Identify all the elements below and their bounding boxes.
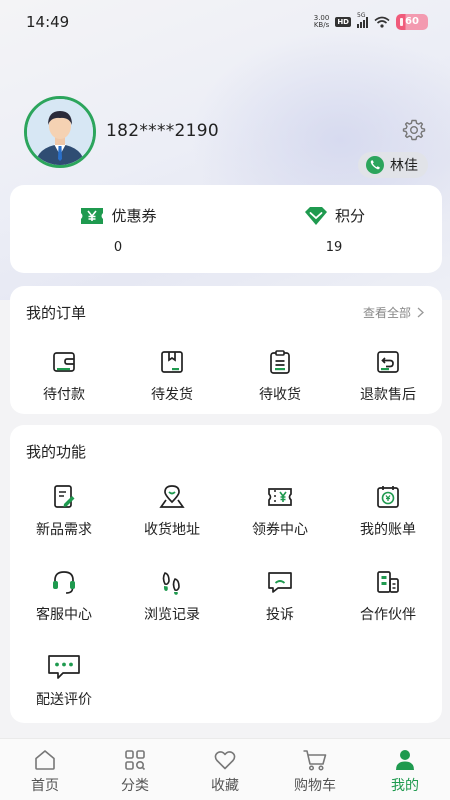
status-time: 14:49 bbox=[26, 13, 70, 31]
category-grid-icon bbox=[125, 750, 146, 771]
coupon-count: 0 bbox=[113, 240, 123, 255]
function-coupon-center[interactable]: 领券中心 bbox=[226, 483, 334, 539]
diamond-icon bbox=[304, 206, 327, 225]
tab-favorites[interactable]: 收藏 bbox=[180, 739, 270, 800]
contact-salesperson-button[interactable]: 林佳 bbox=[358, 152, 428, 178]
location-icon bbox=[159, 485, 185, 508]
wifi-icon bbox=[374, 16, 390, 28]
function-new-product-request[interactable]: 新品需求 bbox=[10, 483, 118, 539]
building-icon bbox=[377, 571, 399, 593]
signal-icon: 5G bbox=[357, 12, 368, 28]
orders-title: 我的订单 bbox=[26, 304, 87, 322]
user-avatar-icon bbox=[27, 99, 93, 165]
bill-calendar-icon bbox=[377, 486, 399, 508]
contact-name: 林佳 bbox=[390, 158, 418, 174]
bottom-tab-bar: 首页 分类 收藏 购物车 我的 bbox=[0, 738, 450, 800]
see-all-orders-link[interactable]: 查看全部 bbox=[363, 304, 424, 321]
coupon-entry[interactable]: 优惠券 0 bbox=[10, 185, 226, 273]
points-entry[interactable]: 积分 19 bbox=[226, 185, 442, 273]
tab-mine[interactable]: 我的 bbox=[360, 739, 450, 800]
document-edit-icon bbox=[54, 485, 75, 508]
function-complaint[interactable]: 投诉 bbox=[226, 568, 334, 624]
complaint-chat-icon bbox=[268, 572, 292, 593]
function-my-bills[interactable]: 我的账单 bbox=[334, 483, 442, 539]
avatar[interactable] bbox=[24, 96, 96, 168]
status-bar: 14:49 3.00 KB/s HD 5G 60 bbox=[0, 0, 450, 46]
order-to-receive[interactable]: 待收货 bbox=[226, 348, 334, 404]
coupon-label: 优惠券 bbox=[111, 207, 157, 225]
my-functions-card: 我的功能 新品需求 收货地址 领券中心 我的账单 客服中心 浏览记录 投诉 合作… bbox=[10, 425, 442, 723]
points-label: 积分 bbox=[334, 207, 365, 225]
coupon-ticket-icon bbox=[268, 488, 292, 506]
heart-icon bbox=[214, 751, 236, 770]
home-icon bbox=[35, 750, 55, 770]
tab-category[interactable]: 分类 bbox=[90, 739, 180, 800]
user-icon bbox=[396, 750, 414, 770]
network-speed: 3.00 KB/s bbox=[313, 14, 330, 29]
clipboard-icon bbox=[270, 350, 290, 374]
points-count: 19 bbox=[325, 240, 343, 255]
my-orders-card: 我的订单 查看全部 待付款 待发货 待收货 退款售后 bbox=[10, 286, 442, 414]
order-to-ship[interactable]: 待发货 bbox=[118, 348, 226, 404]
headset-icon bbox=[53, 571, 75, 594]
hd-badge: HD bbox=[335, 17, 351, 27]
function-delivery-review[interactable]: 配送评价 bbox=[10, 653, 118, 709]
cart-icon bbox=[303, 750, 327, 771]
chevron-right-icon bbox=[417, 307, 424, 318]
footprints-icon bbox=[162, 572, 180, 595]
functions-title: 我的功能 bbox=[26, 443, 87, 461]
wallet-icon bbox=[53, 352, 75, 372]
user-phone-number: 182****2190 bbox=[106, 121, 220, 141]
coupon-yen-icon bbox=[81, 207, 104, 224]
message-dots-icon bbox=[48, 655, 80, 679]
function-customer-service[interactable]: 客服中心 bbox=[10, 568, 118, 624]
function-partners[interactable]: 合作伙伴 bbox=[334, 568, 442, 624]
tab-cart[interactable]: 购物车 bbox=[270, 739, 360, 800]
function-shipping-address[interactable]: 收货地址 bbox=[118, 483, 226, 539]
order-pending-payment[interactable]: 待付款 bbox=[10, 348, 118, 404]
battery-icon: 60 bbox=[396, 14, 428, 30]
refund-icon bbox=[377, 351, 399, 373]
order-refund-aftersale[interactable]: 退款售后 bbox=[334, 348, 442, 404]
phone-call-icon bbox=[366, 156, 384, 174]
settings-gear-icon[interactable] bbox=[402, 118, 426, 142]
tab-home[interactable]: 首页 bbox=[0, 739, 90, 800]
status-indicators: 3.00 KB/s HD 5G 60 bbox=[313, 12, 428, 30]
package-icon bbox=[161, 351, 183, 373]
wallet-card: 优惠券 0 积分 19 bbox=[10, 185, 442, 273]
function-browsing-history[interactable]: 浏览记录 bbox=[118, 568, 226, 624]
